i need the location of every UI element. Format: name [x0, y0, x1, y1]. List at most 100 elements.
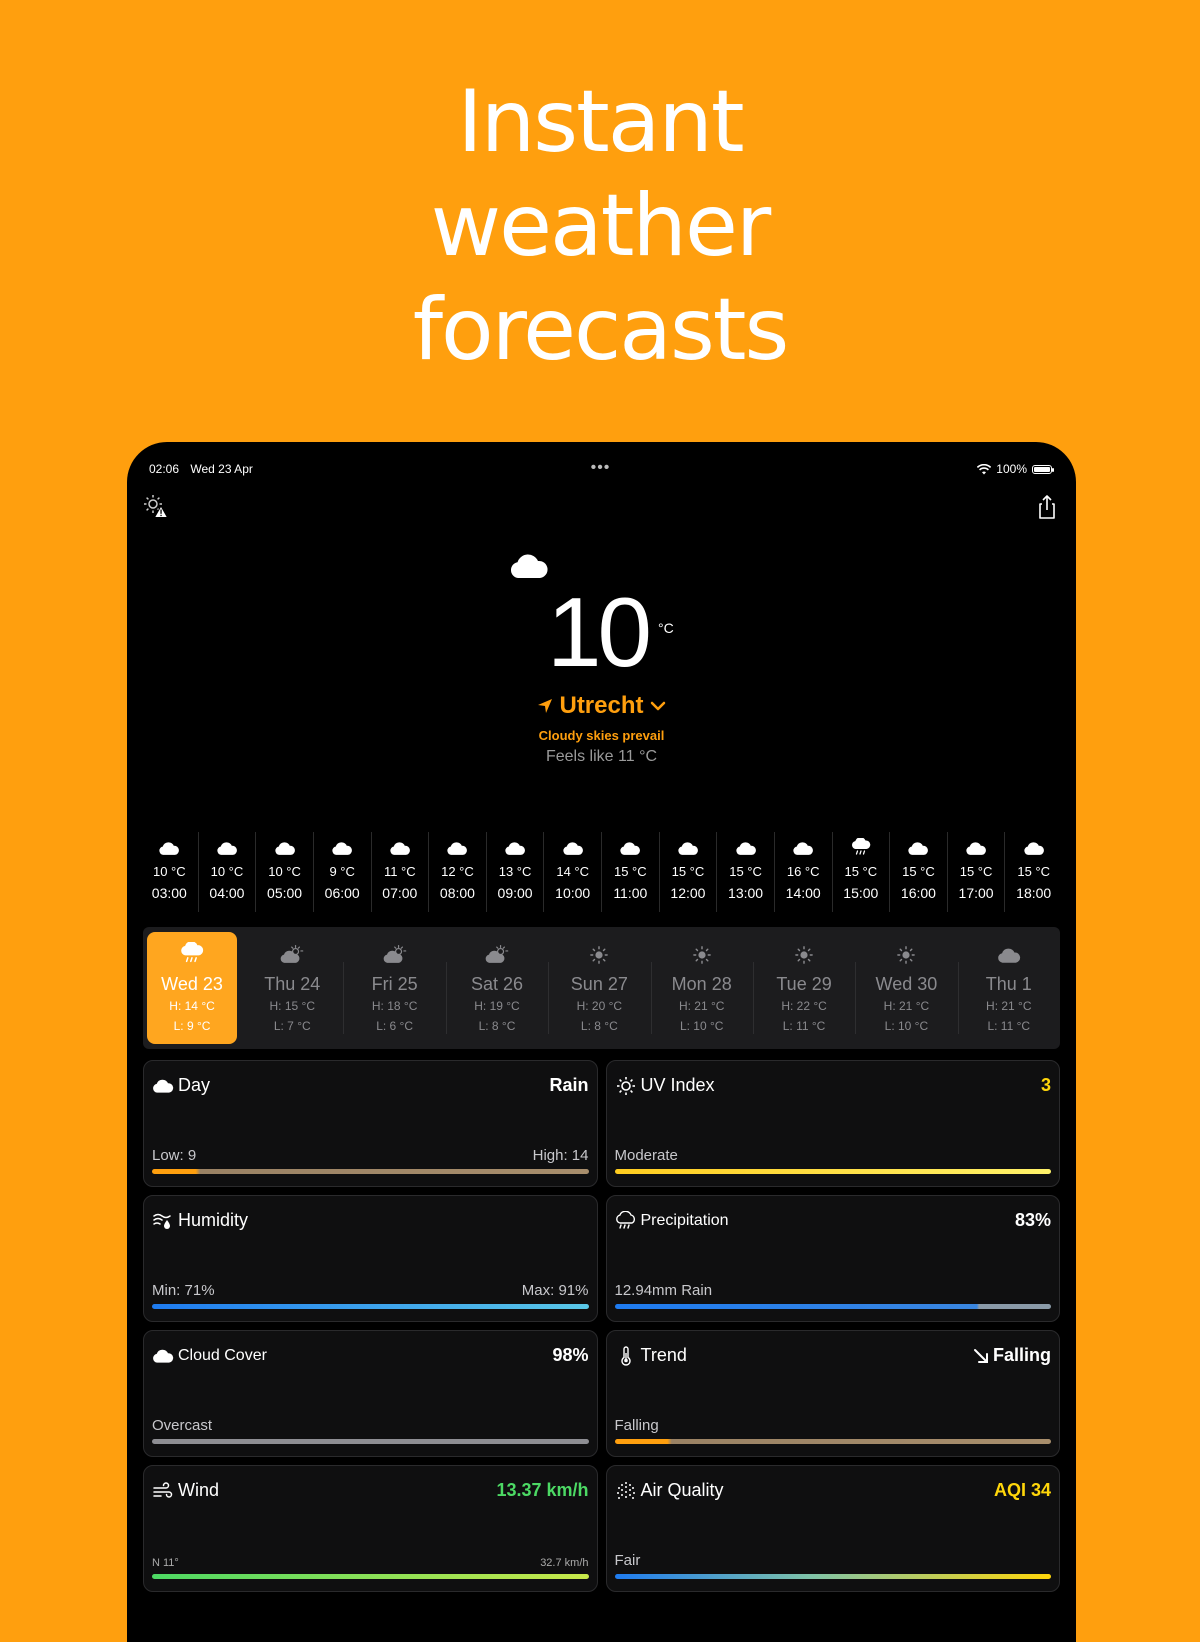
daily-low: L: 7 °C [273, 1019, 311, 1033]
daily-high: H: 15 °C [269, 999, 315, 1013]
uv-index-card[interactable]: UV Index 3 Moderate [605, 1060, 1060, 1187]
hourly-item[interactable]: 15 °C 16:00 [890, 832, 948, 912]
daily-item[interactable]: Fri 25 H: 18 °C L: 6 °C [343, 932, 445, 1044]
status-bar: 02:06 Wed 23 Apr ••• 100% [149, 460, 1054, 482]
daily-day-name: Sun 27 [570, 974, 628, 994]
hourly-item[interactable]: 9 °C 06:00 [314, 832, 372, 912]
daily-high: H: 22 °C [781, 999, 827, 1013]
card-value: 13.37 km/h [496, 1480, 589, 1500]
hourly-item[interactable]: 10 °C 05:00 [256, 832, 314, 912]
hourly-temperature: 13 °C [498, 864, 532, 879]
card-value: AQI 34 [993, 1480, 1051, 1500]
hourly-item[interactable]: 15 °C 12:00 [660, 832, 718, 912]
hourly-time: 17:00 [958, 885, 994, 901]
hourly-time: 18:00 [1016, 885, 1052, 901]
daily-item[interactable]: Thu 24 H: 15 °C L: 7 °C [241, 932, 343, 1044]
daily-item[interactable]: Sun 27 H: 20 °C L: 8 °C [548, 932, 650, 1044]
daily-forecast[interactable]: Wed 23 H: 14 °C L: 9 °C Thu 24 H: 15 °C L: 7 … [143, 927, 1060, 1049]
hourly-item[interactable]: 15 °C 17:00 [948, 832, 1006, 912]
headline-line-2: weather [430, 176, 771, 276]
share-button[interactable] [1034, 494, 1060, 520]
wind-bar [152, 1574, 589, 1579]
daily-day-name: Fri 25 [371, 974, 418, 994]
daily-day-name: Wed 23 [161, 974, 223, 994]
hourly-item[interactable]: 13 °C 09:00 [487, 832, 545, 912]
location-selector[interactable]: Utrecht [127, 692, 1076, 720]
daily-day-name: Wed 30 [875, 974, 938, 994]
hourly-temperature: 15 °C [902, 864, 935, 879]
day-card[interactable]: Day Rain Low: 9 High: 14 [143, 1060, 598, 1187]
hourly-item[interactable]: 12 °C 08:00 [429, 832, 487, 912]
weather-alert-button[interactable] [143, 494, 169, 520]
chevron-down-icon [650, 701, 665, 711]
humidity-icon [153, 1213, 171, 1229]
cloud-cover-level: Overcast [152, 1417, 213, 1434]
hourly-item[interactable]: 16 °C 14:00 [775, 832, 833, 912]
cloud-cover-card[interactable]: Cloud Cover 98% Overcast [143, 1330, 598, 1457]
hourly-time: 03:00 [151, 885, 187, 901]
card-title: Precipitation [640, 1211, 729, 1229]
daily-item[interactable]: Wed 23 H: 14 °C L: 9 °C [147, 932, 238, 1044]
hourly-time: 15:00 [843, 885, 879, 901]
cloud-icon [678, 842, 698, 855]
arrow-down-right-icon [974, 1348, 988, 1363]
battery-icon [1032, 464, 1054, 474]
daily-high: H: 18 °C [371, 999, 418, 1013]
cloud-icon [274, 842, 295, 855]
daily-item[interactable]: Wed 30 H: 21 °C L: 10 °C [855, 932, 957, 1044]
hourly-time: 10:00 [555, 885, 591, 901]
hourly-time: 06:00 [324, 885, 360, 901]
hourly-item[interactable]: 15 °C 18:00 [1005, 832, 1062, 912]
hourly-item[interactable]: 15 °C 15:00 [833, 832, 891, 912]
rain-cloud-icon [615, 1210, 635, 1229]
current-temperature: 10 [547, 577, 652, 687]
temperature-unit: °C [658, 620, 674, 636]
daily-item[interactable]: Mon 28 H: 21 °C L: 10 °C [650, 932, 753, 1044]
daily-low: L: 9 °C [173, 1019, 211, 1033]
humidity-card[interactable]: Humidity Min: 71% Max: 91% [143, 1195, 598, 1322]
air-quality-card[interactable]: Air Quality AQI 34 Fair [605, 1465, 1060, 1592]
trend-card[interactable]: Trend Falling Falling [605, 1330, 1060, 1457]
hourly-temperature: 10 °C [152, 864, 186, 879]
cloud-icon [997, 948, 1020, 963]
cloud-icon [153, 1349, 174, 1363]
daily-high: H: 21 °C [986, 999, 1032, 1013]
hourly-time: 08:00 [439, 885, 475, 901]
daily-day-name: Thu 24 [264, 974, 321, 994]
daily-item[interactable]: Sat 26 H: 19 °C L: 8 °C [445, 932, 548, 1044]
wind-icon [153, 1481, 173, 1498]
wind-gust: 32.7 km/h [540, 1557, 589, 1569]
sun-icon [616, 1076, 635, 1095]
card-title: Day [178, 1075, 211, 1095]
cloud-icon [332, 842, 353, 855]
hourly-forecast[interactable]: 10 °C 03:00 10 °C 04:00 10 °C 05:00 9 °C 06:00 1… [141, 832, 1062, 912]
hourly-item[interactable]: 11 °C 07:00 [372, 832, 430, 912]
partly-cloudy-icon [280, 945, 304, 963]
cloud-icon [447, 842, 468, 855]
hourly-item[interactable]: 10 °C 04:00 [199, 832, 257, 912]
cloud-icon [159, 842, 180, 855]
hourly-item[interactable]: 14 °C 10:00 [544, 832, 602, 912]
hourly-item[interactable]: 10 °C 03:00 [141, 832, 199, 912]
wifi-icon [977, 463, 992, 474]
hourly-temperature: 15 °C [671, 864, 705, 879]
hourly-item[interactable]: 15 °C 13:00 [717, 832, 775, 912]
precipitation-bar [614, 1304, 1051, 1309]
multitasking-dots[interactable]: ••• [149, 460, 1052, 476]
sun-icon [795, 946, 813, 964]
daily-high: H: 14 °C [169, 999, 215, 1013]
cloud-icon [620, 842, 641, 855]
sun-alert-icon [144, 495, 169, 518]
daily-item[interactable]: Tue 29 H: 22 °C L: 11 °C [752, 932, 855, 1044]
daily-low: L: 8 °C [580, 1019, 618, 1033]
hourly-temperature: 15 °C [959, 864, 993, 879]
hourly-item[interactable]: 15 °C 11:00 [602, 832, 660, 912]
rain-cloud-icon [851, 838, 871, 855]
precipitation-card[interactable]: Precipitation 83% 12.94mm Rain [605, 1195, 1060, 1322]
air-quality-bar [614, 1574, 1051, 1579]
daily-item[interactable]: Thu 1 H: 21 °C L: 11 °C [957, 932, 1060, 1044]
cloud-cover-bar [152, 1439, 589, 1444]
daily-low: L: 11 °C [987, 1019, 1031, 1033]
thermometer-icon [620, 1345, 631, 1366]
wind-card[interactable]: Wind 13.37 km/h N 11° 32.7 km/h [143, 1465, 598, 1592]
